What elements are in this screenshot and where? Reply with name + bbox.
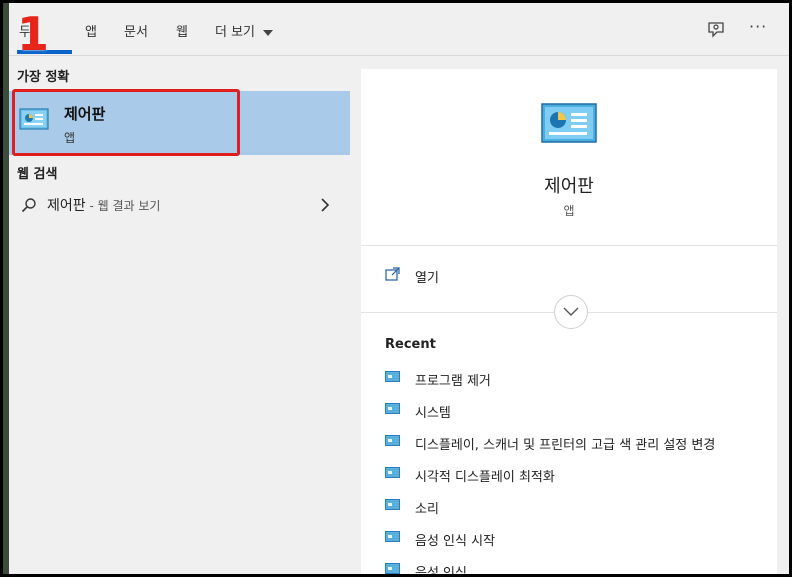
web-result-suffix: - 웹 결과 보기 <box>85 199 161 213</box>
preview-divider <box>361 245 777 246</box>
chevron-right-icon[interactable] <box>319 197 331 213</box>
chevron-down-icon <box>563 307 579 316</box>
preview-subtitle: 앱 <box>563 204 575 218</box>
recent-item[interactable]: 소리 <box>385 498 765 518</box>
recent-heading: Recent <box>385 337 436 352</box>
web-result-text: 제어판 - 웹 결과 보기 <box>47 195 160 215</box>
dropdown-caret-icon <box>263 29 274 36</box>
control-panel-item-icon <box>385 435 400 446</box>
search-tabs-bar: 두 앱 문서 웹 더 보기 ··· <box>9 3 789 56</box>
search-icon <box>21 198 36 213</box>
recent-item[interactable]: 음성 인식 시작 <box>385 530 765 550</box>
recent-item-label: 음성 인식 시작 <box>415 534 496 549</box>
recent-item[interactable]: 프로그램 제거 <box>385 370 765 390</box>
control-panel-item-icon <box>385 371 400 382</box>
control-panel-item-icon <box>385 403 400 414</box>
recent-item-label: 음성 인식 <box>415 566 467 574</box>
tab-documents[interactable]: 문서 <box>124 21 148 40</box>
step-number-annotation: 1 <box>17 7 49 61</box>
recent-item[interactable]: 음성 인식 <box>385 562 765 574</box>
tab-web[interactable]: 웹 <box>176 21 188 40</box>
preview-title: 제어판 <box>544 176 594 197</box>
preview-panel: 제어판 앱 열기 Recent 프로그램 제거 시스템 디스플레이, 스캐너 및… <box>361 69 777 574</box>
recent-item[interactable]: 시각적 디스플레이 최적화 <box>385 466 765 486</box>
expand-button[interactable] <box>554 295 588 329</box>
recent-item-label: 소리 <box>415 502 439 517</box>
open-action-label: 열기 <box>415 271 439 286</box>
web-result-query: 제어판 <box>47 198 86 214</box>
tab-more-label: 더 보기 <box>215 25 256 40</box>
highlight-box <box>12 89 240 156</box>
control-panel-item-icon <box>385 467 400 478</box>
recent-item-label: 시각적 디스플레이 최적화 <box>415 470 555 485</box>
recent-item-label: 프로그램 제거 <box>415 374 491 389</box>
search-window: 두 앱 문서 웹 더 보기 ··· 1 가장 정확 제어판 앱 웹 검색 제어판… <box>3 3 789 574</box>
recent-item[interactable]: 시스템 <box>385 402 765 422</box>
best-match-heading: 가장 정확 <box>17 70 70 85</box>
feedback-icon[interactable] <box>706 19 726 39</box>
recent-item[interactable]: 디스플레이, 스캐너 및 프린터의 고급 색 관리 설정 변경 <box>385 434 765 454</box>
results-panel: 가장 정확 제어판 앱 웹 검색 제어판 - 웹 결과 보기 <box>9 57 350 574</box>
recent-item-label: 디스플레이, 스캐너 및 프린터의 고급 색 관리 설정 변경 <box>415 438 716 453</box>
tab-apps[interactable]: 앱 <box>85 21 97 40</box>
web-search-result[interactable]: 제어판 - 웹 결과 보기 <box>9 193 350 221</box>
recent-item-label: 시스템 <box>415 406 451 421</box>
more-icon[interactable]: ··· <box>749 17 767 36</box>
control-panel-item-icon <box>385 563 400 574</box>
open-icon <box>385 267 400 281</box>
control-panel-item-icon <box>385 531 400 542</box>
control-panel-large-icon <box>541 103 597 143</box>
tab-more[interactable]: 더 보기 <box>215 21 274 40</box>
control-panel-item-icon <box>385 499 400 510</box>
web-search-heading: 웹 검색 <box>17 167 58 182</box>
